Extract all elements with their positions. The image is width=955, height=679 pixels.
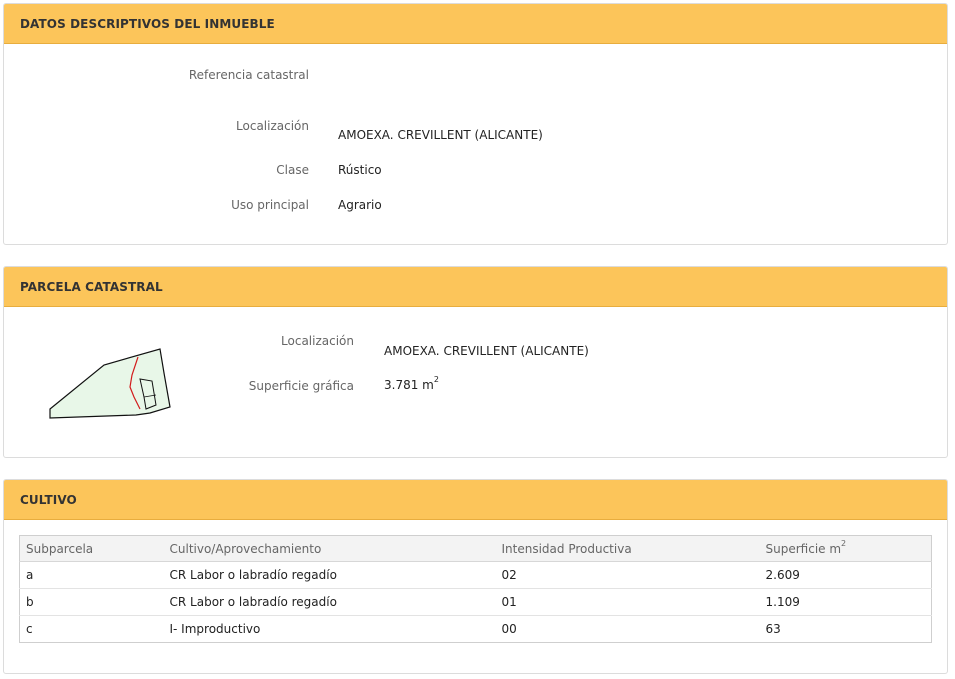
subparcel-cell: a (19, 561, 164, 589)
main-use-label: Uso principal (231, 198, 309, 212)
class-label: Clase (276, 163, 309, 177)
descriptive-data-header: DATOS DESCRIPTIVOS DEL INMUEBLE (4, 4, 947, 44)
col-intensity: Intensidad Productiva (495, 535, 760, 562)
surface-cell: 63 (765, 622, 781, 636)
surface-cell: 2.609 (759, 561, 932, 589)
col-surface-text: Superficie m (765, 541, 842, 556)
crop-cell: CR Labor o labradío regadío (163, 588, 496, 616)
table-row: c I- Improductivo 00 63 (20, 616, 932, 643)
col-surface: Superficie m2 (759, 535, 932, 562)
location-value: AMOEXA. CREVILLENT (ALICANTE) (338, 128, 543, 142)
location-label: Localización (236, 119, 309, 133)
subparcel-cell: c (26, 622, 33, 636)
cultivation-title: CULTIVO (20, 492, 77, 507)
parcel-map-thumbnail[interactable] (44, 345, 184, 425)
class-value: Rústico (338, 163, 382, 177)
graphic-surface-value: 3.781 m2 (384, 375, 439, 392)
cadastral-parcel-header: PARCELA CATASTRAL (4, 267, 947, 307)
graphic-surface-number: 3.781 m (384, 378, 434, 392)
graphic-surface-label: Superficie gráfica (248, 379, 354, 393)
graphic-surface-exponent: 2 (433, 375, 439, 384)
col-surface-exponent: 2 (841, 538, 847, 548)
col-subparcel: Subparcela (19, 535, 164, 562)
table-row: b CR Labor o labradío regadío 01 1.109 (19, 588, 932, 616)
parcel-location-label: Localización (281, 334, 354, 348)
parcel-location-value: AMOEXA. CREVILLENT (ALICANTE) (384, 344, 589, 358)
cadastral-reference-label: Referencia catastral (188, 68, 309, 82)
main-use-value: Agrario (338, 198, 382, 212)
table-header-row: Subparcela Cultivo/Aprovechamiento Inten… (19, 535, 932, 562)
cultivation-table: Subparcela Cultivo/Aprovechamiento Inten… (19, 535, 932, 643)
cadastral-parcel-panel: PARCELA CATASTRAL Localización AMOEXA. C… (3, 266, 948, 458)
crop-cell: CR Labor o labradío regadío (163, 561, 496, 589)
intensity-cell: 02 (495, 561, 760, 589)
surface-cell: 1.109 (759, 588, 932, 616)
subparcel-cell: b (19, 588, 164, 616)
crop-cell: I- Improductivo (169, 622, 261, 636)
intensity-cell: 01 (495, 588, 760, 616)
table-row: a CR Labor o labradío regadío 02 2.609 (19, 561, 932, 589)
cadastral-parcel-title: PARCELA CATASTRAL (20, 279, 163, 294)
cultivation-header: CULTIVO (4, 480, 947, 520)
cultivation-panel: CULTIVO Subparcela Cultivo/Aprovechamien… (3, 479, 948, 674)
descriptive-data-panel: DATOS DESCRIPTIVOS DEL INMUEBLE Referenc… (3, 3, 948, 245)
intensity-cell: 00 (501, 622, 517, 636)
col-crop: Cultivo/Aprovechamiento (163, 535, 496, 562)
descriptive-data-title: DATOS DESCRIPTIVOS DEL INMUEBLE (20, 16, 275, 31)
